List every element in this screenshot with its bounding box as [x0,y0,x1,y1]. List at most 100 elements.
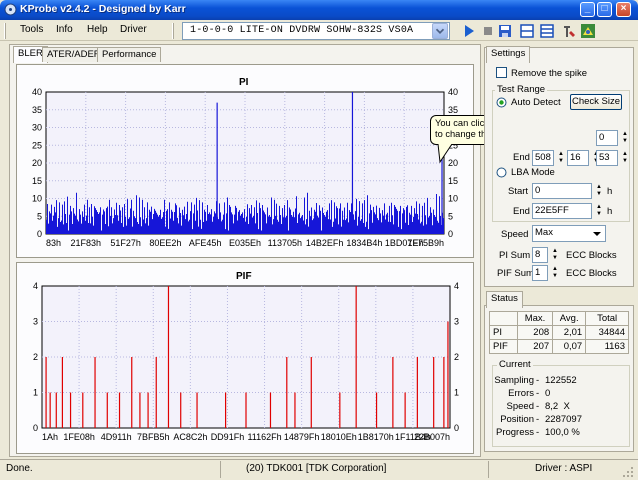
test-range-title: Test Range [495,84,548,95]
position-label: Position [500,414,534,425]
lba-mode-radio[interactable] [496,167,507,178]
y-tick-label-right: 0 [454,423,459,433]
pif-avg: 0,07 [552,339,587,354]
start-second-spinner[interactable]: ▲ ▼ [620,131,630,145]
resize-grip-icon[interactable] [622,466,634,478]
pi-sum-unit: ECC Blocks [566,250,617,261]
menu-info[interactable]: Info [56,24,73,35]
maximize-button[interactable]: □ [597,2,612,17]
start-lba-label: Start [508,186,529,197]
menu-tools[interactable]: Tools [20,24,43,35]
pif-sum-field[interactable]: 1 [532,265,548,281]
x-tick-label: AFE45h [189,238,222,248]
y-tick-label: 5 [37,211,42,221]
current-dash: - [536,401,540,412]
status-divider [488,461,489,478]
auto-detect-radio[interactable] [496,97,507,108]
close-button[interactable]: × [616,2,631,17]
end-label: End [513,152,530,163]
y-tick-label: 10 [32,194,42,204]
pi-sum-spinner[interactable]: ▲ ▼ [550,248,560,262]
row-label: PI [489,325,518,340]
x-tick-label: 14B2EFh [306,238,344,248]
x-tick-label: 80EE2h [149,238,181,248]
check-size-button[interactable]: Check Size [570,94,622,110]
pi-chart: 0055101015152020252530303535404083h21F83… [32,87,458,248]
tools-icon[interactable] [561,23,577,39]
speed-label: Speed [501,229,529,240]
tab-settings[interactable]: Settings [486,46,531,63]
sampling-value: 122552 [545,375,577,386]
pif-sum-unit: ECC Blocks [566,268,617,279]
pi-total: 34844 [585,325,629,340]
end-second-field[interactable]: 16 [567,150,589,166]
remove-spike-checkbox[interactable] [496,67,507,78]
y-tick-label: 3 [33,317,38,327]
y-tick-label-right: 35 [448,105,458,115]
x-tick-label: 18010Eh [321,432,357,442]
status-header-row: Max. Avg. Total [489,311,629,326]
x-tick-label: 83h [46,238,61,248]
y-tick-label: 0 [33,423,38,433]
stop-icon[interactable] [480,23,496,39]
lba-mode-label: LBA Mode [511,167,555,178]
menu-help[interactable]: Help [87,24,108,35]
y-tick-label: 1 [33,388,38,398]
chevron-down-icon [435,28,445,34]
current-dash: - [536,427,540,438]
start-lba-field[interactable]: 0 [532,183,592,199]
x-tick-label: 1834B4h [346,238,382,248]
start-second-field[interactable]: 0 [596,130,618,146]
window-title: KProbe v2.4.2 - Designed by Karr [20,3,186,15]
layout-rows-icon[interactable] [519,23,535,39]
y-tick-label-right: 5 [448,211,453,221]
current-title: Current [497,359,533,370]
end-lba-field[interactable]: 22E5FF [532,203,592,219]
info-icon[interactable] [580,23,596,39]
errors-value: 0 [545,388,551,399]
y-tick-label: 40 [32,87,42,97]
save-icon[interactable] [497,23,513,39]
errors-label: Errors [508,388,534,399]
x-tick-label: 1Ah [42,432,58,442]
status-text: Done. [6,463,33,474]
start-lba-spinner[interactable]: ▲ ▼ [594,184,604,198]
drive-dropdown-button[interactable] [432,23,448,39]
pi-sum-field[interactable]: 8 [532,247,548,263]
remove-spike-label: Remove the spike [511,68,588,79]
pif-sum-spinner[interactable]: ▲ ▼ [550,266,560,280]
y-tick-label: 4 [33,281,38,291]
x-tick-label: 22B007h [414,432,450,442]
layout-split-icon[interactable] [539,23,555,39]
y-tick-label-right: 1 [454,388,459,398]
menu-driver[interactable]: Driver [120,24,147,35]
chevron-down-icon [593,232,601,236]
auto-detect-label: Auto Detect [511,97,561,108]
end-frame-spinner[interactable]: ▲ ▼ [620,151,630,165]
play-icon[interactable] [461,23,477,39]
y-tick-label-right: 40 [448,87,458,97]
end-minute-field[interactable]: 508 [532,150,554,166]
pif-total: 1163 [585,339,629,354]
y-tick-label: 2 [33,352,38,362]
end-minute-spinner[interactable]: ▲ ▼ [556,151,566,165]
pi-avg: 2,01 [552,325,587,340]
speed-current-value: 8,2 X [545,401,570,412]
status-header: Max. [516,311,554,326]
end-lba-spinner[interactable]: ▲ ▼ [594,204,604,218]
app-icon [4,3,17,16]
current-dash: - [536,375,540,386]
y-tick-label: 25 [32,140,42,150]
minimize-button[interactable]: _ [580,2,595,17]
end-frame-field[interactable]: 53 [596,150,618,166]
y-tick-label: 30 [32,123,42,133]
tab-performance[interactable]: Performance [97,47,162,62]
drive-select-value: 1-0-0-0 LITE-ON DVDRW SOHW-832S VS0A [190,25,414,36]
sampling-label: Sampling [494,375,534,386]
status-header: Total [585,311,629,326]
table-row: PI 208 2,01 34844 [489,325,629,340]
x-tick-label: 11162Fh [247,432,281,442]
end-lba-unit: h [607,206,613,217]
status-divider [220,461,221,478]
tab-status[interactable]: Status [486,291,523,308]
